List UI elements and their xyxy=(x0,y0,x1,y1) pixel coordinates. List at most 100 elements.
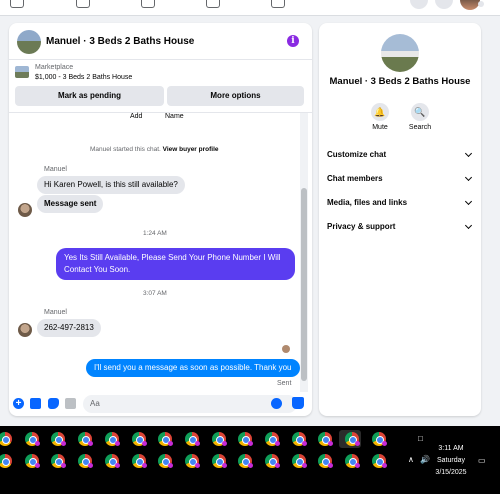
more-options-button[interactable]: More options xyxy=(167,86,304,106)
chat-started-notice: Manuel started this chat. View buyer pro… xyxy=(90,146,219,153)
thumbs-up-icon[interactable] xyxy=(292,397,304,409)
clock-date[interactable]: 3/15/2025 xyxy=(431,469,471,476)
emoji-icon[interactable] xyxy=(271,398,282,409)
name-label: Name xyxy=(165,113,184,120)
browser-app-icon[interactable] xyxy=(0,454,12,468)
listing-thumbnail[interactable] xyxy=(15,66,29,78)
profile-badge-icon xyxy=(381,441,387,446)
marketplace-label: Marketplace xyxy=(35,64,74,71)
message-status: Sent xyxy=(277,380,292,387)
message-bubble-outgoing[interactable]: I'll send you a message as soon as possi… xyxy=(86,359,300,377)
chat-avatar[interactable] xyxy=(17,30,41,54)
chevron-down-icon xyxy=(464,197,473,206)
profile-badge-icon xyxy=(194,463,200,468)
network-icon[interactable]: □ xyxy=(418,434,423,443)
chat-title[interactable]: Manuel · 3 Beds 2 Baths House xyxy=(46,36,194,47)
profile-badge-icon xyxy=(301,463,307,468)
chat-info-panel: Manuel · 3 Beds 2 Baths House 🔔 Mute 🔍 S… xyxy=(319,23,481,416)
clock-day[interactable]: Saturday xyxy=(431,457,471,464)
notification-center-icon[interactable]: ▭ xyxy=(478,456,486,465)
sender-avatar[interactable] xyxy=(18,203,32,217)
message-bubble-incoming[interactable]: 262-497-2813 xyxy=(37,319,101,337)
sticker-icon[interactable] xyxy=(48,398,59,409)
view-buyer-profile-link[interactable]: View buyer profile xyxy=(163,146,219,153)
profile-badge-icon xyxy=(141,463,147,468)
profile-badge-icon xyxy=(275,441,280,446)
menu-label: Privacy & support xyxy=(327,222,396,231)
sender-name: Manuel xyxy=(44,309,67,316)
volume-icon[interactable]: 🔊 xyxy=(420,455,430,464)
menu-media-files-links[interactable]: Media, files and links xyxy=(327,195,475,211)
profile-badge-icon xyxy=(248,463,254,468)
taskbar: □ ∧ 🔊 3:11 AM Saturday 3/15/2025 ▭ xyxy=(0,426,500,494)
mute-label: Mute xyxy=(372,124,388,131)
bell-icon[interactable]: 🔔 xyxy=(371,103,389,121)
info-icon[interactable]: i xyxy=(287,35,299,47)
profile-badge-icon xyxy=(61,463,67,468)
clock-time[interactable]: 3:11 AM xyxy=(431,445,471,452)
home-icon[interactable] xyxy=(10,0,24,8)
menu-icon[interactable] xyxy=(410,0,428,9)
top-navigation xyxy=(0,0,500,16)
profile-badge-icon xyxy=(34,441,40,446)
chat-panel: Manuel · 3 Beds 2 Baths House i Marketpl… xyxy=(9,23,312,416)
notifications-icon[interactable] xyxy=(435,0,453,9)
search-label: Search xyxy=(408,124,432,131)
message-composer: + Aa xyxy=(9,392,312,416)
profile-badge-icon xyxy=(301,441,307,446)
profile-badge-icon xyxy=(328,463,334,468)
message-bubble-incoming[interactable]: Hi Karen Powell, is this still available… xyxy=(37,176,185,194)
chevron-down-icon xyxy=(464,149,473,158)
account-avatar[interactable] xyxy=(460,0,480,10)
chevron-up-icon[interactable]: ∧ xyxy=(408,455,414,464)
message-bubble-incoming[interactable]: Message sent xyxy=(37,195,104,213)
marketplace-icon[interactable] xyxy=(206,0,220,8)
menu-label: Customize chat xyxy=(327,150,387,159)
plus-icon[interactable]: + xyxy=(13,398,24,409)
profile-badge-icon xyxy=(141,441,147,446)
gif-icon[interactable] xyxy=(65,398,76,409)
search-icon[interactable]: 🔍 xyxy=(411,103,429,121)
listing-summary[interactable]: $1,000 - 3 Beds 2 Baths House xyxy=(35,74,132,81)
menu-chat-members[interactable]: Chat members xyxy=(327,171,475,187)
profile-badge-icon xyxy=(221,441,227,446)
friends-icon[interactable] xyxy=(76,0,90,8)
profile-badge-icon xyxy=(114,441,120,446)
menu-customize-chat[interactable]: Customize chat xyxy=(327,147,475,163)
profile-badge-icon xyxy=(328,441,334,446)
message-input[interactable]: Aa xyxy=(83,395,297,413)
profile-badge-icon xyxy=(61,441,67,446)
account-caret-icon[interactable] xyxy=(478,1,484,7)
groups-icon[interactable] xyxy=(271,0,285,8)
listing-avatar[interactable] xyxy=(381,34,419,72)
message-thread: Add Name Manuel started this chat. View … xyxy=(9,112,312,392)
image-icon[interactable] xyxy=(30,398,41,409)
add-label: Add xyxy=(130,113,143,120)
thread-scroll-thumb[interactable] xyxy=(301,188,307,381)
sender-name: Manuel xyxy=(44,166,67,173)
profile-badge-icon xyxy=(221,463,227,468)
timestamp: 3:07 AM xyxy=(143,290,167,297)
profile-badge-icon xyxy=(168,463,174,468)
mark-pending-button[interactable]: Mark as pending xyxy=(15,86,164,106)
video-icon[interactable] xyxy=(141,0,155,8)
profile-badge-icon xyxy=(275,463,280,468)
sender-avatar[interactable] xyxy=(18,323,32,337)
profile-badge-icon xyxy=(194,441,200,446)
browser-app-icon[interactable] xyxy=(0,432,12,446)
profile-badge-icon xyxy=(168,441,174,446)
profile-badge-icon xyxy=(248,441,254,446)
message-bubble-outgoing[interactable]: Yes Its Still Available, Please Send You… xyxy=(56,248,295,280)
profile-badge-icon xyxy=(114,463,120,468)
profile-badge-icon xyxy=(88,441,94,446)
info-title: Manuel · 3 Beds 2 Baths House xyxy=(329,76,471,87)
chevron-down-icon xyxy=(464,221,473,230)
profile-badge-icon xyxy=(88,463,94,468)
chat-header: Manuel · 3 Beds 2 Baths House i xyxy=(9,23,312,60)
profile-badge-icon xyxy=(355,463,361,468)
menu-privacy-support[interactable]: Privacy & support xyxy=(327,219,475,235)
profile-badge-icon xyxy=(381,463,387,468)
read-receipt-avatar xyxy=(282,345,290,353)
menu-label: Media, files and links xyxy=(327,198,408,207)
chevron-down-icon xyxy=(464,173,473,182)
